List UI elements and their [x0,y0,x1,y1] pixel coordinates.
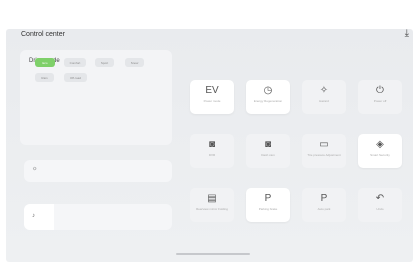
drive-mode-off-road[interactable]: Off-road [64,73,87,82]
undo-icon: ↶ [375,193,385,204]
tile-power-off[interactable]: ⏻ Power off [358,80,402,114]
close-icon[interactable]: ⤓ [405,28,409,39]
tile-label: Hazard [319,99,329,103]
drive-mode-comfort[interactable]: Comfort [64,58,86,67]
drive-mode-sport[interactable]: Sport [95,58,114,67]
ev-mode-icon: EV [205,85,219,96]
parking-brake-icon: P [264,193,272,204]
tile-rearview-mirror[interactable]: ▤ Rearview mirror Folding [190,188,234,222]
sun-icon: ☼ [32,166,38,172]
tile-label: Tire pressure Adjustment [307,153,341,157]
tile-label: Power mode [203,99,221,103]
hazard-icon: ✧ [319,85,329,96]
page-title: Control center [21,31,65,38]
home-indicator[interactable] [176,253,250,255]
tile-label: Energy Regeneration [253,99,283,103]
tile-parking-brake[interactable]: P Parking brake [246,188,290,222]
power-off-icon: ⏻ [376,85,384,96]
drive-mode-snow[interactable]: Snow [125,58,144,67]
tile-auto-park[interactable]: P Auto park [302,188,346,222]
tire-pressure-icon: ▭ [319,139,329,150]
tile-dash-cam[interactable]: ◙ Dash cam [246,134,290,168]
rearview-mirror-icon: ▤ [207,193,217,204]
volume-slider[interactable]: ♪ [24,204,172,230]
tile-tire-pressure[interactable]: ▭ Tire pressure Adjustment [302,134,346,168]
drive-mode-rain[interactable]: Rain [35,73,54,82]
volume-icon: ♪ [32,213,35,219]
dash-cam-icon: ◙ [264,139,272,150]
tile-label: Undo [376,207,384,211]
brightness-slider[interactable]: ☼ [24,160,172,182]
dvr-icon: ◙ [208,139,216,150]
tile-label: Rearview mirror Folding [196,207,228,211]
tile-dvr[interactable]: ◙ DVR [190,134,234,168]
drive-mode-eco[interactable]: Eco [35,58,55,67]
tile-label: Parking brake [258,207,278,211]
tile-smart-security[interactable]: ◈ Smart Security [358,134,402,168]
tile-label: Dash cam [261,153,275,157]
tile-label: Auto park [317,207,331,211]
tile-label: Power off [373,99,387,103]
tile-label: DVR [208,153,216,157]
tile-ev-mode[interactable]: EV Power mode [190,80,234,114]
smart-security-icon: ◈ [376,139,384,150]
drive-mode-card: Drive mode EcoComfortSportSnowRainOff-ro… [20,50,172,145]
auto-park-icon: P [320,193,328,204]
energy-regen-icon: ◷ [263,85,273,96]
volume-slider-fill [24,204,54,230]
tile-undo[interactable]: ↶ Undo [358,188,402,222]
tile-energy-regen[interactable]: ◷ Energy Regeneration [246,80,290,114]
tile-hazard[interactable]: ✧ Hazard [302,80,346,114]
tile-label: Smart Security [370,153,390,157]
